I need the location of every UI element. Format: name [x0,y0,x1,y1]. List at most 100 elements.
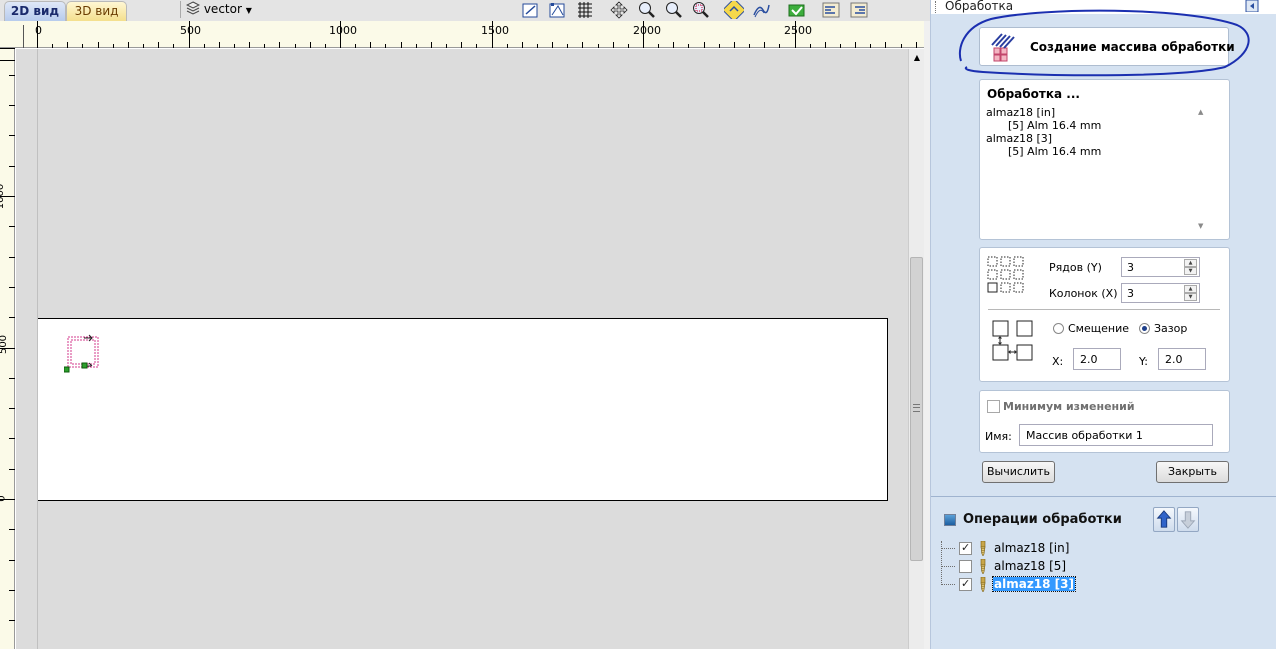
canvas-vertical-scrollbar[interactable]: ▲ [908,49,924,649]
panel-title: Обработка [945,0,1014,13]
material-sheet[interactable] [38,318,888,501]
collapse-icon[interactable] [944,514,956,526]
arrow-up-icon [1156,510,1172,528]
scrollbar-thumb[interactable] [910,257,923,561]
y-spacing-label: Y: [1139,355,1148,368]
drawing-canvas[interactable] [16,49,908,649]
name-label: Имя: [985,430,1012,443]
scroll-up-arrow-icon[interactable]: ▲ [1198,108,1203,116]
toolpaths-list[interactable]: almaz18 [in] [5] Alm 16.4 mm almaz18 [3]… [986,106,1191,158]
ruler-label: 0 [0,495,8,501]
toolpath-mode-button[interactable] [750,0,770,18]
zoom-icon [693,2,709,18]
tree-branch [941,566,955,567]
list-scrollbar[interactable]: ▲ ▼ [1195,106,1209,230]
y-spacing-field[interactable]: 2.0 [1158,348,1206,370]
ruler-label: 500 [180,24,201,37]
decrement-arrow-icon[interactable]: ▼ [1184,267,1197,275]
zoom-to-fit-button[interactable] [520,0,540,18]
toolpath-preview[interactable] [64,333,106,375]
list-item[interactable]: [5] Alm 16.4 mm [986,145,1191,158]
operation-visibility-checkbox[interactable] [959,560,972,573]
spacing-icon [992,320,1033,361]
render-button[interactable] [786,0,806,18]
columns-value[interactable]: 3 [1127,287,1134,300]
panel-heading: Создание массива обработки [1030,40,1235,54]
move-down-button[interactable] [1177,507,1199,532]
calculate-button[interactable]: Вычислить [982,461,1055,483]
columns-label: Колонок (X) [1049,287,1118,300]
align-left-button[interactable] [820,0,840,18]
pin-icon[interactable] [1245,0,1259,12]
select-box-icon [522,3,538,18]
machining-panel: Обработка Создание массива обработки Обр… [930,0,1276,649]
list-item[interactable]: almaz18 [in] [986,106,1191,119]
ruler-label: 1000 [0,183,7,210]
offset-label: Смещение [1068,322,1129,335]
drill-bit-icon [980,577,986,592]
scroll-down-arrow-icon[interactable]: ▼ [1198,222,1203,230]
divider [931,496,1276,497]
array-name-field[interactable]: Массив обработки 1 [1019,424,1213,446]
move-up-button[interactable] [1153,507,1175,532]
minimize-changes-checkbox[interactable] [987,400,1000,413]
zoom-out-button[interactable] [662,0,682,18]
gap-label: Зазор [1154,322,1188,335]
divider [988,309,1220,310]
zoom-window-button[interactable] [689,0,709,18]
drill-bit-icon [980,559,986,574]
rows-value[interactable]: 3 [1127,261,1134,274]
pan-icon [610,1,628,19]
align-icon [850,2,868,18]
arrow-down-icon [1180,511,1196,529]
toolpath-mode-icon [753,4,770,18]
operation-visibility-checkbox[interactable] [959,577,972,591]
ruler-label: 500 [0,334,10,355]
layer-dropdown[interactable]: vector ▼ [185,1,252,17]
zoom-icon [666,2,682,18]
array-settings-box: Рядов (Y) 3 ▲ ▼ Колонок (X) 3 ▲ ▼ Смещение [979,247,1230,382]
columns-stepper[interactable]: 3 ▲ ▼ [1121,283,1200,303]
panel-header: Обработка [931,0,1276,14]
decrement-arrow-icon[interactable]: ▼ [1184,293,1197,301]
operation-label[interactable]: almaz18 [5] [993,559,1067,573]
zoom-icon [639,2,655,18]
vertical-ruler: 1000 500 0 [0,48,15,649]
chevron-down-icon: ▼ [245,6,252,15]
close-button[interactable]: Закрыть [1156,461,1229,483]
rows-stepper[interactable]: 3 ▲ ▼ [1121,257,1200,277]
list-item[interactable]: almaz18 [3] [986,132,1191,145]
grid-button[interactable] [574,0,594,18]
operation-label[interactable]: almaz18 [in] [993,541,1070,555]
toolpath-array-header: Создание массива обработки [979,27,1235,66]
view-toolbar: 2D вид 3D вид vector ▼ [0,0,930,21]
tab-2d-view[interactable]: 2D вид [4,1,66,21]
render-icon [788,4,805,17]
increment-arrow-icon[interactable]: ▲ [1184,285,1197,293]
application-window: 2D вид 3D вид vector ▼ 0 500 1000 1500 2… [0,0,1276,649]
grip-icon [913,404,920,412]
zoom-in-button[interactable] [635,0,655,18]
offset-radio[interactable] [1053,323,1064,334]
node-edit-button[interactable] [547,0,567,18]
scroll-up-arrow-icon[interactable]: ▲ [911,53,923,63]
align-right-button[interactable] [848,0,868,18]
tab-3d-view[interactable]: 3D вид [66,1,127,21]
gap-radio[interactable] [1139,323,1150,334]
array-grid-icon [987,256,1024,293]
vector-mode-icon [724,1,744,19]
node-edit-icon [549,3,565,18]
vector-mode-button[interactable] [723,0,744,19]
ruler-label: 1000 [329,24,357,37]
pan-button[interactable] [608,0,628,19]
list-item[interactable]: [5] Alm 16.4 mm [986,119,1191,132]
x-spacing-field[interactable]: 2.0 [1073,348,1121,370]
drag-handle-icon[interactable] [935,1,937,13]
operation-visibility-checkbox[interactable] [959,541,972,555]
layer-name: vector [203,2,242,16]
toolpath-array-icon [991,33,1015,62]
tree-branch [941,548,955,549]
ruler-label: 1500 [481,24,509,37]
operation-label[interactable]: almaz18 [3] [992,576,1076,592]
increment-arrow-icon[interactable]: ▲ [1184,259,1197,267]
